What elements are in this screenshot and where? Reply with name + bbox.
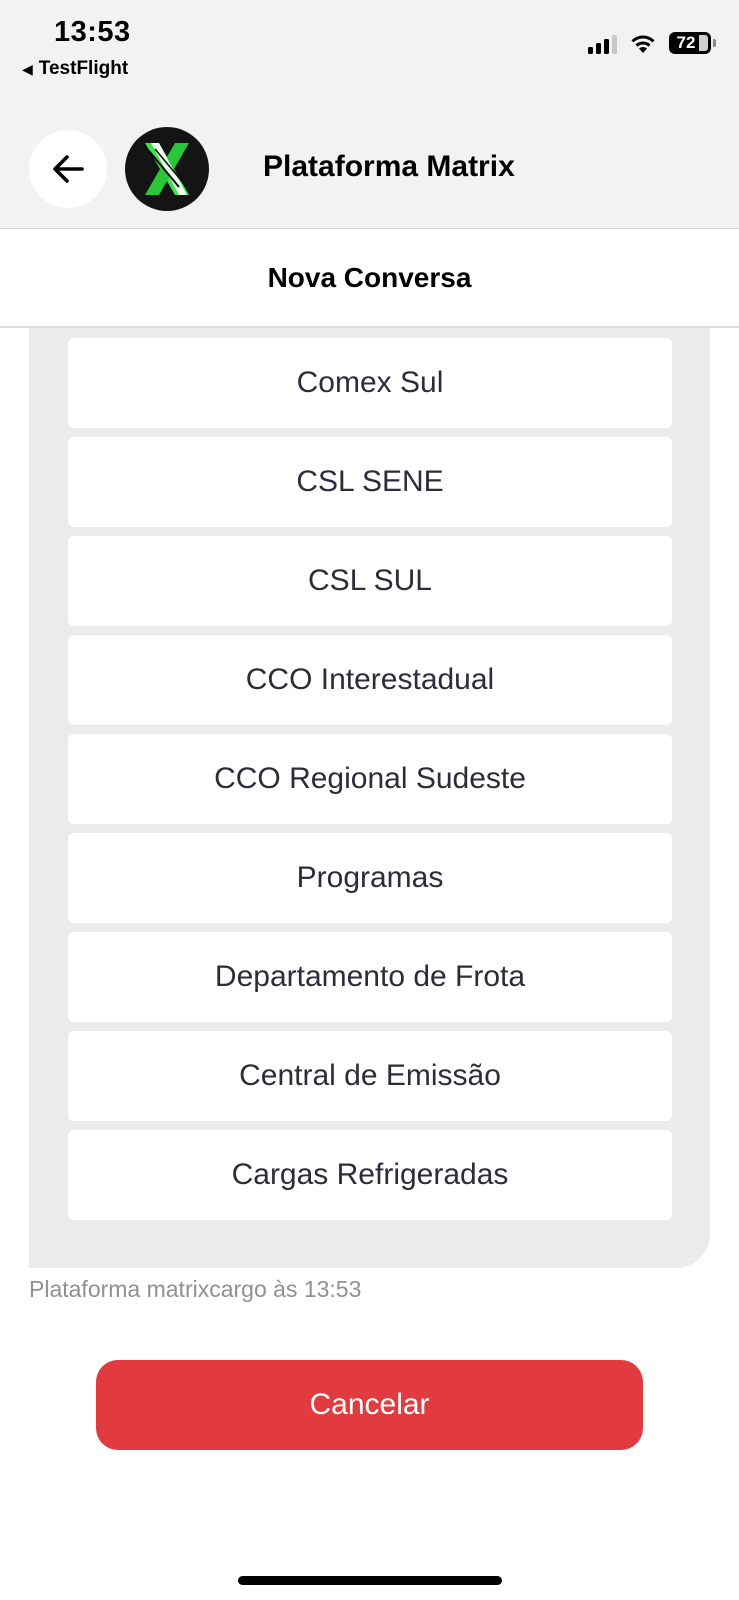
option-label: Comex Sul (296, 366, 444, 399)
option-button[interactable]: Cargas Refrigeradas (68, 1130, 672, 1220)
back-app-label: TestFlight (38, 58, 129, 79)
option-label: Departamento de Frota (214, 960, 526, 993)
wifi-icon (631, 35, 655, 53)
status-bar: 13:53 ◀ TestFlight 72 Plataforma Matrix (0, 0, 739, 228)
option-button[interactable]: CCO Interestadual (68, 635, 672, 725)
message-timestamp: Plataforma matrixcargo às 13:53 (29, 1276, 362, 1302)
subheader-title: Nova Conversa (267, 261, 472, 293)
matrix-x-logo-icon (145, 143, 189, 195)
cancel-label: Cancelar (309, 1388, 430, 1421)
option-label: Programas (296, 861, 444, 894)
option-button[interactable]: Departamento de Frota (68, 932, 672, 1022)
conversation-subheader: Nova Conversa (0, 229, 739, 328)
option-label: CCO Interestadual (245, 663, 495, 696)
battery-icon: 72 (669, 32, 716, 54)
battery-level: 72 (676, 33, 696, 52)
option-label: CSL SENE (296, 465, 444, 498)
option-label: Central de Emissão (239, 1059, 501, 1092)
cellular-signal-icon (588, 32, 617, 54)
option-button[interactable]: Central de Emissão (68, 1031, 672, 1121)
option-button[interactable]: Comex Sul (68, 338, 672, 428)
option-button[interactable]: CSL SENE (68, 437, 672, 527)
option-label: Cargas Refrigeradas (231, 1158, 509, 1191)
cancel-button[interactable]: Cancelar (96, 1360, 643, 1450)
option-button[interactable]: CSL SUL (68, 536, 672, 626)
triangle-left-icon: ◀ (22, 60, 33, 77)
home-indicator[interactable] (238, 1576, 502, 1585)
option-button[interactable]: Programas (68, 833, 672, 923)
matrix-logo (125, 127, 209, 211)
status-icons: 72 (588, 32, 716, 54)
status-time: 13:53 (54, 16, 131, 48)
option-label: CCO Regional Sudeste (214, 762, 526, 795)
back-to-app-link[interactable]: ◀ TestFlight (22, 58, 128, 80)
option-button[interactable]: CCO Regional Sudeste (68, 734, 672, 824)
back-button[interactable] (29, 130, 107, 208)
option-label: CSL SUL (308, 564, 432, 597)
arrow-left-icon (53, 155, 84, 183)
app-title: Plataforma Matrix (263, 150, 515, 183)
